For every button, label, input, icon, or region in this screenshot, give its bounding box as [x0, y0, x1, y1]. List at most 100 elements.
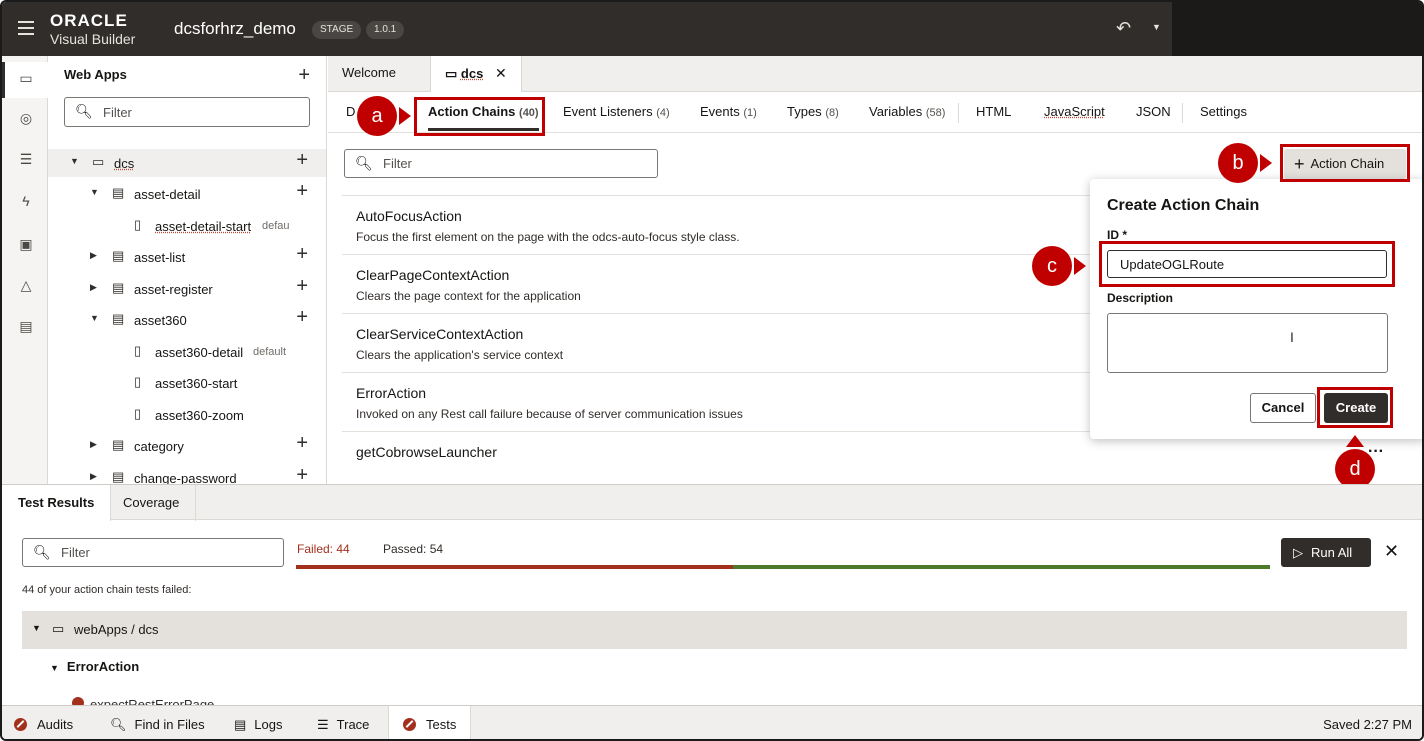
services-icon[interactable]: ◎: [16, 108, 36, 128]
run-all-button[interactable]: ▷ Run All: [1281, 538, 1371, 567]
tree-item-label: asset-detail-start: [155, 219, 252, 234]
chevron-right-icon[interactable]: ▶: [90, 471, 97, 482]
hamburger-menu-icon[interactable]: [18, 21, 34, 35]
tree-item-dcs[interactable]: ▼ ▭ dcs +: [48, 149, 326, 177]
tab-count: (4): [656, 107, 670, 119]
tree-item-asset360[interactable]: ▼ ▤ asset360 +: [48, 306, 326, 334]
tree-item-asset360-start[interactable]: ▯ asset360-start: [48, 369, 326, 397]
process-icon[interactable]: ▣: [16, 234, 36, 254]
search-icon: 🔍︎: [110, 717, 127, 732]
failure-summary: 44 of your action chain tests failed:: [22, 584, 192, 596]
tree-item-asset-register[interactable]: ▶ ▤ asset-register +: [48, 275, 326, 303]
product-label: Visual Builder: [50, 31, 136, 47]
chevron-down-icon[interactable]: ▼: [50, 663, 59, 673]
result-group-row[interactable]: ▼ ▭ webApps / dcs: [22, 611, 1407, 649]
list-item[interactable]: ClearPageContextAction Clears the page c…: [342, 254, 1102, 313]
flow-icon: ▤: [112, 469, 125, 484]
subgroup-label: ErrorAction: [66, 659, 140, 674]
chevron-right-icon[interactable]: ▶: [90, 250, 97, 261]
add-page-button[interactable]: +: [296, 464, 308, 484]
add-page-button[interactable]: +: [296, 243, 308, 266]
list-item[interactable]: ErrorAction Invoked on any Rest call fai…: [342, 372, 1102, 431]
required-mark: *: [1122, 228, 1128, 242]
flow-icon: ▤: [112, 437, 125, 452]
description-label: Description: [1107, 291, 1174, 305]
tab-javascript[interactable]: JavaScript: [1044, 104, 1105, 119]
trace-button[interactable]: ☰ Trace: [317, 706, 370, 739]
id-label: ID *: [1107, 228, 1127, 242]
tree-item-label: asset360-zoom: [155, 408, 244, 423]
search-icon: 🔍︎: [355, 155, 373, 171]
tree-item-asset-detail-start[interactable]: ▯ asset-detail-start defau: [48, 212, 326, 240]
close-icon[interactable]: ✕: [1384, 541, 1399, 562]
add-page-button[interactable]: +: [296, 432, 308, 455]
add-web-app-button[interactable]: +: [298, 64, 310, 87]
audits-button[interactable]: Audits: [14, 706, 73, 739]
tab-json[interactable]: JSON: [1136, 104, 1171, 119]
logs-button[interactable]: ▤ Logs: [234, 706, 283, 739]
tree-item-asset-detail[interactable]: ▼ ▤ asset-detail +: [48, 180, 326, 208]
tab-events[interactable]: Events (1): [700, 104, 757, 119]
add-page-button[interactable]: +: [296, 180, 308, 203]
tab-label: Event Listeners: [563, 104, 653, 119]
chevron-right-icon[interactable]: ▶: [90, 282, 97, 293]
cancel-button[interactable]: Cancel: [1250, 393, 1316, 423]
tab-coverage[interactable]: Coverage: [107, 485, 197, 521]
undo-icon[interactable]: ↶: [1116, 18, 1131, 39]
add-page-button[interactable]: +: [296, 306, 308, 329]
tree-item-asset360-zoom[interactable]: ▯ asset360-zoom: [48, 401, 326, 429]
chevron-right-icon[interactable]: ▶: [90, 439, 97, 450]
web-apps-icon[interactable]: ▭: [16, 68, 36, 88]
status-item-label: Tests: [426, 717, 457, 732]
popover-title: Create Action Chain: [1107, 197, 1260, 214]
components-icon[interactable]: ϟ: [16, 191, 36, 211]
stage-badge: STAGE: [312, 21, 362, 39]
business-objects-icon[interactable]: ☰: [16, 149, 36, 169]
layouts-icon[interactable]: △: [16, 275, 36, 295]
highlight-create-button: [1317, 387, 1393, 428]
highlight-action-chains-tab: [414, 97, 545, 136]
action-chain-name: ClearServiceContextAction: [356, 326, 524, 342]
tree-item-change-password[interactable]: ▶ ▤ change-password +: [48, 464, 326, 484]
tab-welcome[interactable]: Welcome: [328, 56, 410, 92]
add-page-button[interactable]: +: [296, 275, 308, 298]
tab-html[interactable]: HTML: [976, 104, 1011, 119]
chevron-down-icon[interactable]: ▼: [90, 313, 99, 323]
filter-placeholder: Filter: [61, 545, 90, 560]
close-icon[interactable]: ✕: [495, 65, 507, 81]
page-icon: ▯: [134, 217, 142, 232]
tab-variables[interactable]: Variables (58): [869, 104, 945, 119]
source-icon[interactable]: ▤: [16, 316, 36, 336]
chevron-down-icon[interactable]: ▼: [1152, 22, 1161, 32]
chevron-down-icon[interactable]: ▼: [90, 187, 99, 197]
tree-item-label: category: [134, 439, 184, 454]
add-page-button[interactable]: +: [296, 149, 308, 172]
tree-item-asset-list[interactable]: ▶ ▤ asset-list +: [48, 243, 326, 271]
tab-event-listeners[interactable]: Event Listeners (4): [563, 104, 670, 119]
navigator-filter-input[interactable]: 🔍︎ Filter: [64, 97, 310, 127]
tab-settings[interactable]: Settings: [1200, 104, 1247, 119]
chevron-down-icon[interactable]: ▼: [32, 623, 41, 633]
chevron-down-icon[interactable]: ▼: [70, 156, 79, 166]
tab-designer[interactable]: D: [346, 104, 355, 119]
tree-item-category[interactable]: ▶ ▤ category +: [48, 432, 326, 460]
left-rail: ▭ ◎ ☰ ϟ ▣ △ ▤: [2, 56, 48, 484]
status-item-label: Trace: [336, 717, 370, 732]
test-filter-input[interactable]: 🔍︎ Filter: [22, 538, 284, 567]
status-item-label: Logs: [254, 717, 283, 732]
list-item[interactable]: getCobrowseLauncher: [342, 431, 1102, 484]
tab-types[interactable]: Types (8): [787, 104, 839, 119]
action-chain-filter-input[interactable]: 🔍︎ Filter: [344, 149, 658, 178]
action-chain-description: Invoked on any Rest call failure because…: [356, 407, 743, 421]
description-field[interactable]: [1107, 313, 1388, 373]
list-item[interactable]: AutoFocusAction Focus the first element …: [342, 195, 1102, 254]
list-item[interactable]: ClearServiceContextAction Clears the app…: [342, 313, 1102, 372]
result-subgroup-row[interactable]: ▼ ErrorAction: [50, 659, 139, 674]
tab-test-results[interactable]: Test Results: [2, 485, 112, 521]
tab-dcs[interactable]: ▭ dcs ✕: [430, 56, 522, 92]
tests-button[interactable]: Tests: [388, 706, 472, 739]
tab-label: Welcome: [342, 65, 396, 80]
header-right-region: [1172, 2, 1422, 56]
find-in-files-button[interactable]: 🔍︎ Find in Files: [110, 706, 205, 739]
tree-item-asset360-detail[interactable]: ▯ asset360-detail default: [48, 338, 326, 366]
